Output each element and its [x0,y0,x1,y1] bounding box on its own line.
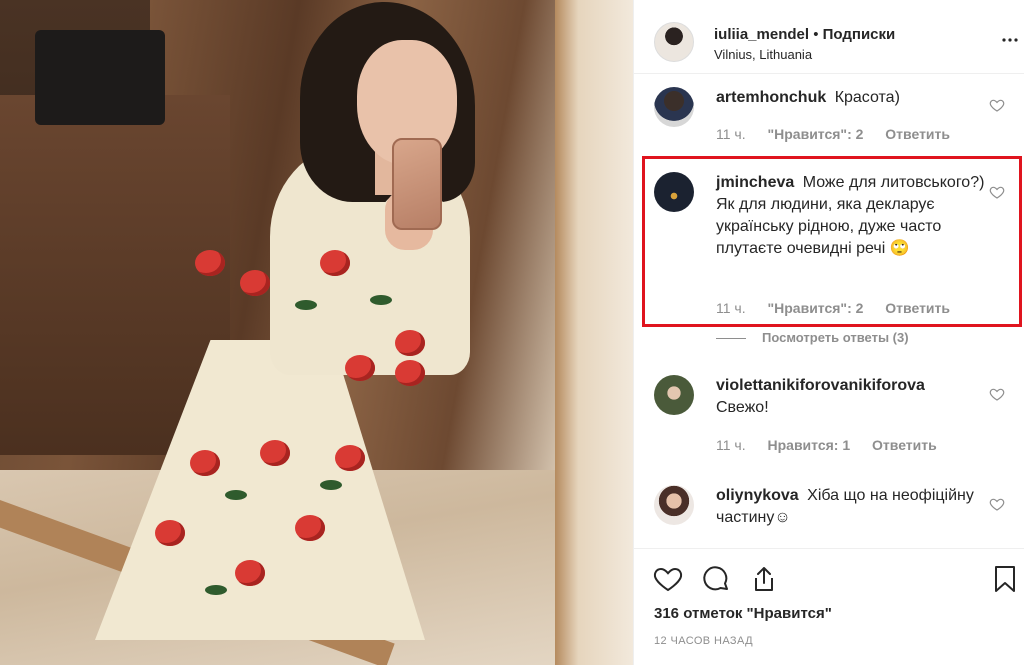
rose-print [190,450,220,476]
commenter-username[interactable]: violettanikiforovanikiforova [716,377,925,394]
dress-skirt [95,340,425,640]
highlight-box [642,156,1022,327]
view-replies-line [716,338,746,340]
rose-print [240,270,270,296]
rose-print [155,520,185,546]
post-header: iuliia_mendel • Подписки Vilnius, Lithua… [634,0,1024,74]
author-avatar[interactable] [654,22,694,62]
comment-text: violettanikiforovanikiforova Свежо! [716,375,988,419]
phone [392,138,442,230]
following-button[interactable]: Подписки [823,26,896,43]
comments-list[interactable]: artemhonchuk Красота) 11 ч. "Нравится": … [634,75,1024,545]
bookmark-icon[interactable] [989,563,1021,595]
comment-meta: 11 ч. Нравится: 1 Ответить [716,437,955,453]
rose-print [335,445,365,471]
heart-icon[interactable] [652,563,684,595]
post-location[interactable]: Vilnius, Lithuania [714,47,812,62]
commenter-avatar[interactable] [654,375,694,415]
header-separator: • [813,26,823,43]
likes-count[interactable]: 316 отметок "Нравится" [654,605,832,622]
comment-icon[interactable] [700,563,732,595]
heart-icon[interactable] [989,386,1005,402]
rose-print [395,330,425,356]
rose-print [345,355,375,381]
view-replies-label: Посмотреть ответы (3) [762,330,909,345]
comment-text: oliynykova Хіба що на неофіційну частину… [716,485,988,529]
heart-icon[interactable] [989,496,1005,512]
reply-button[interactable]: Ответить [872,437,937,453]
post-side-panel: iuliia_mendel • Подписки Vilnius, Lithua… [633,0,1024,665]
rose-print [395,360,425,386]
rose-print [295,515,325,541]
post-actions: 316 отметок "Нравится" 12 ЧАСОВ НАЗАД [634,548,1024,665]
leaf-print [205,585,227,595]
photo-mirror-frame [555,0,633,665]
leaf-print [370,295,392,305]
comment-time[interactable]: 11 ч. [716,126,746,142]
view-replies-button[interactable]: Посмотреть ответы (3) [716,330,909,345]
comment-time[interactable]: 11 ч. [716,437,746,453]
heart-icon[interactable] [989,97,1005,113]
photo-person [95,0,475,665]
author-line: iuliia_mendel • Подписки [714,26,895,43]
comment-meta: 11 ч. "Нравится": 2 Ответить [716,126,968,142]
leaf-print [295,300,317,310]
comment-text: artemhonchuk Красота) [716,87,988,109]
comment-body: Свежо! [716,399,769,416]
commenter-avatar[interactable] [654,87,694,127]
rose-print [320,250,350,276]
more-horizontal-icon[interactable] [1002,32,1018,48]
post-photo[interactable] [0,0,633,665]
comment-likes[interactable]: Нравится: 1 [768,437,851,453]
post-timestamp[interactable]: 12 ЧАСОВ НАЗАД [654,635,753,647]
rose-print [235,560,265,586]
commenter-avatar[interactable] [654,485,694,525]
author-username[interactable]: iuliia_mendel [714,26,813,43]
reply-button[interactable]: Ответить [885,126,950,142]
rose-print [260,440,290,466]
rose-print [195,250,225,276]
commenter-username[interactable]: artemhonchuk [716,89,831,106]
leaf-print [225,490,247,500]
commenter-username[interactable]: oliynykova [716,487,803,504]
comment-body: Красота) [834,89,900,106]
leaf-print [320,480,342,490]
comment-likes[interactable]: "Нравится": 2 [768,126,864,142]
share-icon[interactable] [748,563,780,595]
